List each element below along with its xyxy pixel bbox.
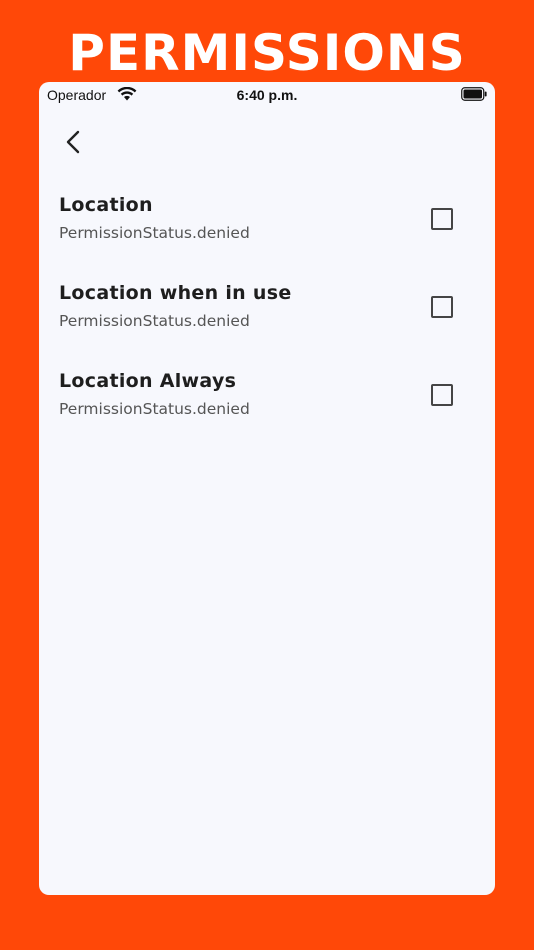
page-banner-title: PERMISSIONS xyxy=(68,24,466,82)
permission-status: PermissionStatus.denied xyxy=(59,224,250,242)
permission-item-location-always[interactable]: Location Always PermissionStatus.denied xyxy=(39,358,495,446)
battery-icon xyxy=(461,87,487,101)
permission-checkbox[interactable] xyxy=(431,384,453,406)
phone-screen: Operador 6:40 p.m. Location PermissionSt… xyxy=(39,82,495,895)
permission-item-location[interactable]: Location PermissionStatus.denied xyxy=(39,182,495,270)
permission-status: PermissionStatus.denied xyxy=(59,400,250,418)
permission-checkbox[interactable] xyxy=(431,208,453,230)
permission-checkbox[interactable] xyxy=(431,296,453,318)
back-button[interactable] xyxy=(59,124,89,160)
status-bar: Operador 6:40 p.m. xyxy=(39,82,495,108)
permission-title: Location Always xyxy=(59,370,237,392)
permission-list: Location PermissionStatus.denied Locatio… xyxy=(39,182,495,446)
permission-item-location-when-in-use[interactable]: Location when in use PermissionStatus.de… xyxy=(39,270,495,358)
permission-status: PermissionStatus.denied xyxy=(59,312,250,330)
chevron-left-icon xyxy=(66,130,80,154)
status-time: 6:40 p.m. xyxy=(236,87,298,103)
permission-title: Location when in use xyxy=(59,282,292,304)
permission-title: Location xyxy=(59,194,153,216)
